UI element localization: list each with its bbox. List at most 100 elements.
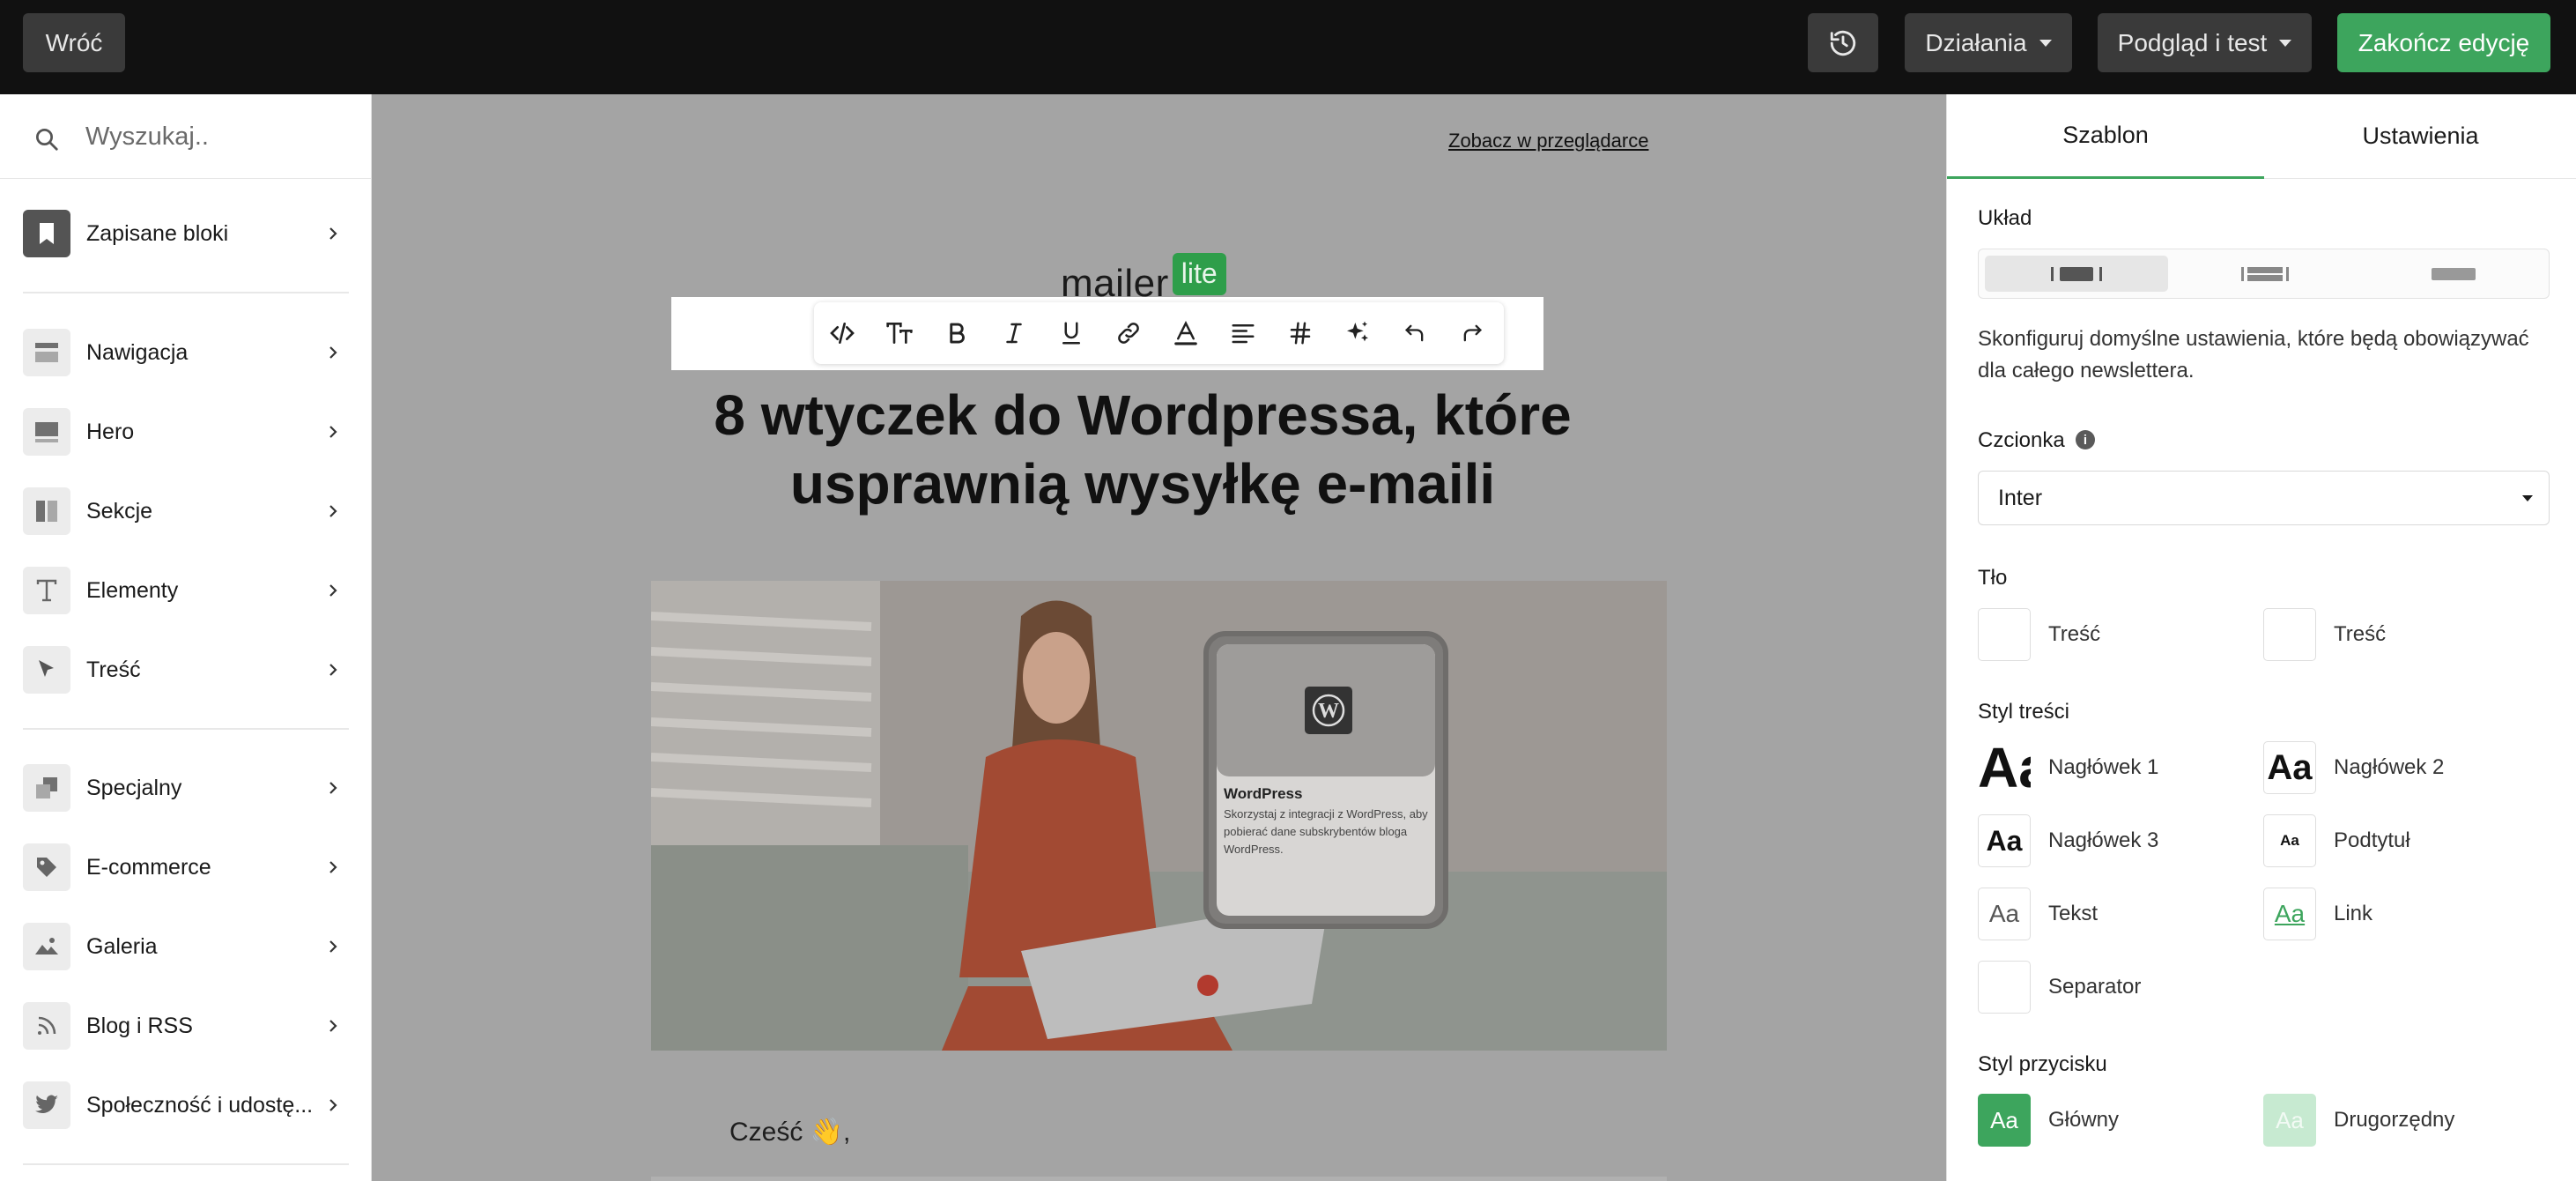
search-input[interactable]	[85, 117, 350, 156]
tab-template[interactable]: Szablon	[1947, 94, 2264, 179]
tab-settings[interactable]: Ustawienia	[2264, 94, 2576, 179]
layout-label: Układ	[1978, 206, 2032, 230]
link-style-label: Link	[2334, 902, 2373, 925]
sidebar-item-hero[interactable]: Hero	[0, 401, 371, 463]
html-code-button[interactable]	[826, 317, 858, 349]
layout-full-icon	[2432, 267, 2476, 280]
sidebar-item-label: Galeria	[86, 933, 158, 959]
align-left-icon	[1232, 324, 1255, 344]
layout-option-full[interactable]	[2362, 256, 2545, 292]
chevron-right-icon	[329, 346, 337, 359]
sidebar-item-label: Hero	[86, 419, 135, 444]
secondary-button-style-label: Drugorzędny	[2334, 1108, 2455, 1132]
sidebar-item-blog-rss[interactable]: Blog i RSS	[0, 995, 371, 1057]
bookmark-icon	[23, 210, 70, 257]
sidebar-item-social[interactable]: Społeczność i udostę...	[0, 1074, 371, 1136]
search-icon	[36, 129, 58, 151]
heading2-style-swatch[interactable]: Aa	[2263, 741, 2316, 794]
email-headline[interactable]: 8 wtyczek do Wordpressa, które usprawnią…	[698, 381, 1588, 518]
sidebar-item-label: Treść	[86, 657, 141, 682]
history-button[interactable]	[1808, 13, 1878, 72]
sidebar-item-label: Sekcje	[86, 498, 153, 524]
primary-button-style-swatch[interactable]: Aa	[1978, 1094, 2031, 1147]
subtitle-style-label: Podtytuł	[2334, 828, 2410, 852]
email-greeting[interactable]: Cześć 👋,	[729, 1117, 850, 1148]
chevron-right-icon	[329, 227, 337, 240]
caret-down-icon	[2279, 39, 2292, 47]
subtitle-sample: Aa	[2280, 832, 2299, 849]
heading1-style-swatch[interactable]: Aa	[1978, 741, 2031, 794]
hero-image[interactable]: W WordPress Skorzystaj z integracji z Wo…	[651, 581, 1667, 1051]
align-button[interactable]	[1227, 317, 1259, 349]
preview-test-dropdown[interactable]: Podgląd i test	[2098, 13, 2312, 72]
template-description: Skonfiguruj domyślne ustawienia, które b…	[1978, 327, 2529, 383]
search-bar	[0, 94, 371, 179]
sidebar-item-sections[interactable]: Sekcje	[0, 480, 371, 542]
chevron-right-icon	[329, 1099, 337, 1111]
font-select[interactable]: Inter	[1978, 471, 2550, 525]
text-color-button[interactable]	[1170, 317, 1202, 349]
sidebar-item-special[interactable]: Specjalny	[0, 757, 371, 819]
background-swatch-2[interactable]	[2263, 608, 2316, 661]
info-icon[interactable]: i	[2076, 430, 2095, 449]
redo-button[interactable]	[1456, 317, 1488, 349]
sidebar-item-elements[interactable]: Elementy	[0, 560, 371, 621]
chevron-right-icon	[329, 505, 337, 517]
blocks-sidebar: Zapisane bloki Nawigacja Hero Sekcje Ele…	[0, 94, 372, 1181]
twitter-icon	[23, 1081, 70, 1129]
view-in-browser-link[interactable]: Zobacz w przeglądarce	[1448, 130, 1648, 152]
background-swatch-1-label: Treść	[2048, 622, 2101, 646]
secondary-button-style-swatch[interactable]: Aa	[2263, 1094, 2316, 1147]
chevron-right-icon	[329, 782, 337, 794]
link-button[interactable]	[1113, 317, 1144, 349]
divider	[23, 728, 349, 730]
layout-selector	[1978, 249, 2550, 299]
underline-button[interactable]	[1055, 317, 1087, 349]
actions-dropdown[interactable]: Działania	[1905, 13, 2072, 72]
content-style-label: Styl treści	[1978, 700, 2070, 724]
finish-editing-button[interactable]: Zakończ edycję	[2337, 13, 2550, 72]
undo-button[interactable]	[1399, 317, 1431, 349]
back-button[interactable]: Wróć	[23, 13, 125, 72]
italic-button[interactable]	[998, 317, 1030, 349]
sidebar-item-label: Zapisane bloki	[86, 220, 229, 246]
sidebar-item-saved-blocks[interactable]: Zapisane bloki	[0, 203, 371, 264]
text-style-swatch[interactable]: Aa	[1978, 888, 2031, 940]
heading2-style-label: Nagłówek 2	[2334, 755, 2445, 779]
chevron-right-icon	[329, 940, 337, 953]
link-style-swatch[interactable]: Aa	[2263, 888, 2316, 940]
background-swatch-2-label: Treść	[2334, 622, 2387, 646]
sidebar-item-content[interactable]: Treść	[0, 639, 371, 701]
bold-icon	[950, 323, 965, 344]
primary-button-sample: Aa	[1990, 1106, 2018, 1133]
heading1-sample: Aa	[1978, 741, 2031, 794]
logo-badge: lite	[1172, 253, 1226, 295]
subtitle-style-swatch[interactable]: Aa	[2263, 814, 2316, 867]
font-label: Czcionka	[1978, 428, 2065, 452]
background-swatch-1[interactable]	[1978, 608, 2031, 661]
sidebar-item-navigation[interactable]: Nawigacja	[0, 322, 371, 383]
sidebar-item-gallery[interactable]: Galeria	[0, 916, 371, 977]
button-style-label: Styl przycisku	[1978, 1052, 2107, 1076]
primary-button-style-label: Główny	[2048, 1108, 2120, 1132]
font-size-button[interactable]	[884, 317, 915, 349]
merge-tag-button[interactable]	[1284, 317, 1316, 349]
layout-option-narrow[interactable]	[1985, 256, 2168, 292]
hero-block-icon	[23, 408, 70, 456]
separator-style-swatch[interactable]	[1978, 961, 2031, 1014]
bold-button[interactable]	[941, 317, 973, 349]
layout-option-medium[interactable]	[2173, 256, 2357, 292]
image-gallery-icon	[23, 923, 70, 970]
hash-icon	[1290, 322, 1311, 345]
ai-writer-button[interactable]	[1342, 317, 1373, 349]
text-style-label: Tekst	[2048, 902, 2099, 925]
settings-panel: Szablon Ustawienia Układ Skonfiguruj dom…	[1946, 94, 2576, 1181]
chevron-right-icon	[329, 1020, 337, 1032]
sidebar-item-ecommerce[interactable]: E-commerce	[0, 836, 371, 898]
special-block-icon	[23, 764, 70, 812]
text-element-icon	[23, 567, 70, 614]
hero-photo: W	[651, 581, 1667, 1051]
sidebar-item-label: Specjalny	[86, 775, 182, 800]
history-icon	[1830, 30, 1856, 56]
heading3-style-swatch[interactable]: Aa	[1978, 814, 2031, 867]
